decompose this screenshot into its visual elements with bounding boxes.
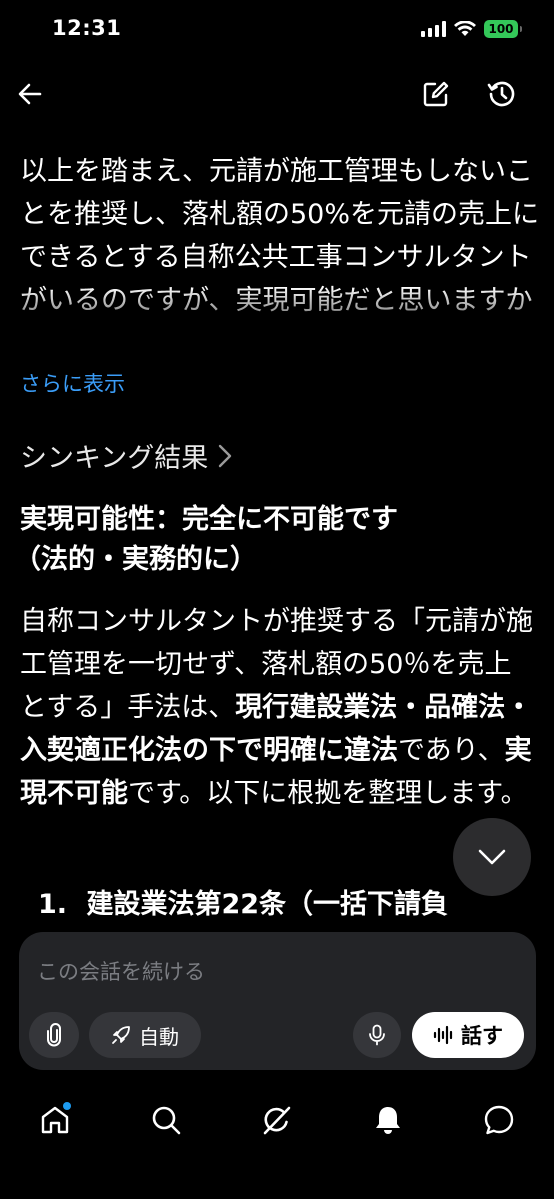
screen: 12:31 100 以上を踏まえ、元請が施工管理もしないことを推奨し、落札額の5… [0, 0, 554, 1199]
thinking-label: シンキング結果 [20, 443, 209, 474]
message-input[interactable]: この会話を続ける [37, 956, 205, 986]
wifi-icon [454, 21, 476, 36]
show-more-link[interactable]: さらに表示 [20, 368, 125, 398]
paperclip-icon [47, 1023, 61, 1047]
waveform-icon [433, 1025, 453, 1045]
answer-list-item: 1. 建設業法第22条（一括下請負 [38, 882, 448, 921]
tab-notifications[interactable] [368, 1100, 408, 1140]
rocket-icon [112, 1026, 130, 1044]
new-chat-button[interactable] [418, 76, 454, 112]
back-arrow-icon [18, 83, 42, 105]
battery-icon: 100 [484, 20, 522, 38]
scroll-down-button[interactable] [453, 818, 531, 896]
bell-icon [376, 1107, 400, 1134]
voice-talk-button[interactable]: 話す [412, 1012, 524, 1058]
grok-icon [263, 1106, 291, 1135]
chat-bubble-icon [484, 1105, 514, 1135]
answer-text-3: です。以下に根拠を整理します。 [128, 778, 528, 809]
attach-button[interactable] [29, 1012, 79, 1058]
microphone-button[interactable] [353, 1012, 401, 1058]
answer-heading-line2: （法的・実務的に） [14, 544, 257, 575]
talk-label: 話す [461, 1024, 503, 1048]
edit-icon [423, 81, 449, 107]
tab-grok[interactable] [257, 1100, 297, 1140]
answer-text-2: であり、 [398, 735, 505, 766]
tab-messages[interactable] [479, 1100, 519, 1140]
thinking-results-toggle[interactable]: シンキング結果 [20, 436, 232, 475]
list-text: 建設業法第22条（一括下請負 [86, 889, 449, 920]
back-button[interactable] [12, 76, 48, 112]
search-icon [152, 1106, 181, 1135]
mode-selector-button[interactable]: 自動 [89, 1012, 201, 1058]
chevron-down-icon [478, 849, 506, 865]
cellular-signal-icon [421, 21, 446, 37]
status-time: 12:31 [52, 16, 122, 40]
user-message: 以上を踏まえ、元請が施工管理もしないことを推奨し、落札額の50%を元請の売上にで… [20, 156, 540, 316]
mode-label: 自動 [139, 1024, 179, 1049]
bottom-tab-bar [0, 1090, 554, 1150]
chevron-right-icon [219, 444, 232, 467]
tab-search[interactable] [146, 1100, 186, 1140]
answer-paragraph: 自称コンサルタントが推奨する「元請が施工管理を一切せず、落札額の50％を売上とす… [20, 600, 538, 815]
composer: この会話を続ける 自動 話す [19, 932, 536, 1070]
history-button[interactable] [484, 76, 520, 112]
notification-dot [63, 1102, 71, 1110]
microphone-icon [369, 1024, 385, 1046]
list-number: 1. [38, 889, 68, 920]
answer-heading: 実現可能性：完全に不可能です （法的・実務的に） [14, 500, 540, 580]
history-icon [487, 81, 515, 107]
tab-home[interactable] [35, 1100, 75, 1140]
status-indicators: 100 [421, 20, 522, 38]
answer-heading-line1: 実現可能性：完全に不可能です [20, 504, 398, 535]
